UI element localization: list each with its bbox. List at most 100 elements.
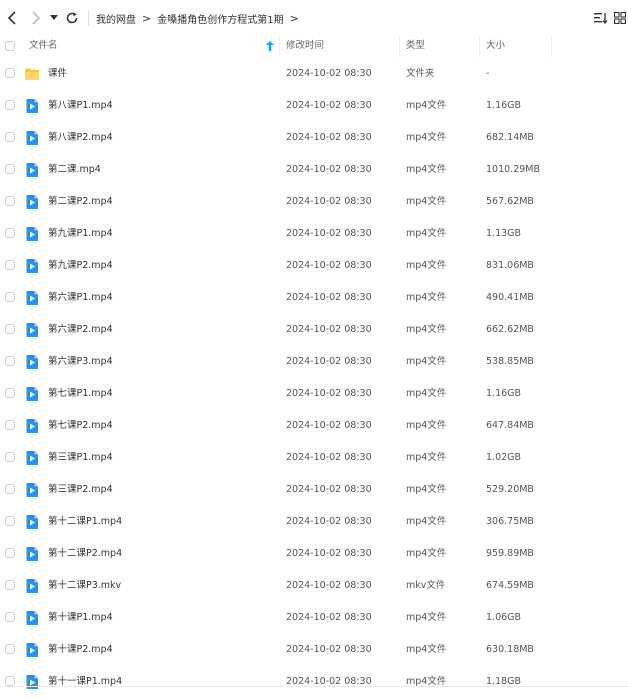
breadcrumb-current[interactable]: 金嗓播角色创作方程式第1期 (157, 11, 283, 26)
video-file-icon (24, 418, 40, 434)
file-row[interactable]: 第三课P1.mp4 2024-10-02 08:30 mp4文件 1.02GB (0, 442, 628, 474)
file-name[interactable]: 第十二课P1.mp4 (48, 506, 122, 538)
file-row[interactable]: 第七课P1.mp4 2024-10-02 08:30 mp4文件 1.16GB (0, 378, 628, 410)
row-checkbox[interactable] (5, 516, 15, 526)
video-file-icon (24, 130, 40, 146)
video-file-icon (24, 450, 40, 466)
file-name[interactable]: 课件 (48, 58, 67, 90)
video-file-icon (24, 578, 40, 594)
row-checkbox[interactable] (5, 68, 15, 78)
file-name[interactable]: 第三课P2.mp4 (48, 474, 113, 506)
file-modified: 2024-10-02 08:30 (286, 292, 372, 303)
file-row[interactable]: 第十二课P3.mkv 2024-10-02 08:30 mkv文件 674.59… (0, 570, 628, 602)
row-checkbox[interactable] (5, 164, 15, 174)
file-row[interactable]: 第六课P1.mp4 2024-10-02 08:30 mp4文件 490.41M… (0, 282, 628, 314)
file-name[interactable]: 第二课.mp4 (48, 154, 101, 186)
file-name[interactable]: 第六课P1.mp4 (48, 282, 113, 314)
file-row[interactable]: 第二课.mp4 2024-10-02 08:30 mp4文件 1010.29MB (0, 154, 628, 186)
file-row[interactable]: 第十二课P1.mp4 2024-10-02 08:30 mp4文件 306.75… (0, 506, 628, 538)
select-all-checkbox[interactable] (5, 41, 15, 51)
chevron-left-icon (7, 11, 16, 25)
file-row[interactable]: 第九课P1.mp4 2024-10-02 08:30 mp4文件 1.13GB (0, 218, 628, 250)
breadcrumb-root[interactable]: 我的网盘 (96, 11, 136, 26)
row-checkbox[interactable] (5, 292, 15, 302)
refresh-button[interactable] (64, 9, 80, 27)
file-row[interactable]: 第六课P2.mp4 2024-10-02 08:30 mp4文件 662.62M… (0, 314, 628, 346)
row-checkbox[interactable] (5, 676, 15, 686)
file-name[interactable]: 第十课P1.mp4 (48, 602, 113, 634)
row-checkbox[interactable] (5, 420, 15, 430)
file-row[interactable]: 第十课P2.mp4 2024-10-02 08:30 mp4文件 630.18M… (0, 634, 628, 666)
video-file-icon (24, 610, 40, 626)
file-name[interactable]: 第十课P2.mp4 (48, 634, 113, 666)
file-name[interactable]: 第八课P1.mp4 (48, 90, 113, 122)
file-row[interactable]: 第十课P1.mp4 2024-10-02 08:30 mp4文件 1.06GB (0, 602, 628, 634)
column-type-header[interactable]: 类型 (406, 35, 425, 57)
file-name[interactable]: 第十二课P2.mp4 (48, 538, 122, 570)
file-size: 1.02GB (486, 452, 522, 463)
file-type: mp4文件 (406, 292, 447, 303)
video-file-icon (24, 386, 40, 402)
row-checkbox[interactable] (5, 356, 15, 366)
file-type: 文件夹 (406, 68, 435, 79)
row-checkbox[interactable] (5, 228, 15, 238)
row-checkbox[interactable] (5, 548, 15, 558)
row-checkbox[interactable] (5, 388, 15, 398)
back-button[interactable] (4, 9, 20, 27)
file-name[interactable]: 第七课P2.mp4 (48, 410, 113, 442)
file-name[interactable]: 第九课P2.mp4 (48, 250, 113, 282)
column-divider (279, 35, 280, 57)
row-checkbox[interactable] (5, 132, 15, 142)
row-checkbox[interactable] (5, 452, 15, 462)
row-checkbox[interactable] (5, 484, 15, 494)
file-row[interactable]: 第十一课P1.mp4 2024-10-02 08:30 mp4文件 1.18GB (0, 666, 628, 698)
file-row[interactable]: 第三课P2.mp4 2024-10-02 08:30 mp4文件 529.20M… (0, 474, 628, 506)
file-name[interactable]: 第十二课P3.mkv (48, 570, 121, 602)
file-modified: 2024-10-02 08:30 (286, 68, 372, 79)
grid-view-icon (614, 12, 626, 24)
column-divider (551, 35, 552, 57)
file-row[interactable]: 第八课P2.mp4 2024-10-02 08:30 mp4文件 682.14M… (0, 122, 628, 154)
view-toggle-button[interactable] (614, 10, 626, 26)
file-row[interactable]: 第九课P2.mp4 2024-10-02 08:30 mp4文件 831.06M… (0, 250, 628, 282)
row-checkbox[interactable] (5, 260, 15, 270)
file-row[interactable]: 第二课P2.mp4 2024-10-02 08:30 mp4文件 567.62M… (0, 186, 628, 218)
file-row[interactable]: 第八课P1.mp4 2024-10-02 08:30 mp4文件 1.16GB (0, 90, 628, 122)
file-modified: 2024-10-02 08:30 (286, 388, 372, 399)
file-size: 1.18GB (486, 676, 522, 687)
file-size: 1010.29MB (486, 164, 540, 175)
column-name-header[interactable]: 文件名 (29, 35, 58, 57)
file-type: mp4文件 (406, 676, 447, 687)
breadcrumb-expand-icon[interactable]: > (290, 12, 299, 25)
video-file-icon (24, 194, 40, 210)
file-name[interactable]: 第九课P1.mp4 (48, 218, 113, 250)
file-row[interactable]: 第七课P2.mp4 2024-10-02 08:30 mp4文件 647.84M… (0, 410, 628, 442)
file-size: 831.06MB (486, 260, 534, 271)
row-checkbox[interactable] (5, 612, 15, 622)
column-modified-header[interactable]: 修改时间 (286, 35, 324, 57)
file-name[interactable]: 第八课P2.mp4 (48, 122, 113, 154)
row-checkbox[interactable] (5, 580, 15, 590)
file-name[interactable]: 第七课P1.mp4 (48, 378, 113, 410)
sort-ascending-icon[interactable] (266, 41, 274, 54)
file-modified: 2024-10-02 08:30 (286, 452, 372, 463)
column-size-header[interactable]: 大小 (486, 35, 505, 57)
file-name[interactable]: 第六课P2.mp4 (48, 314, 113, 346)
row-checkbox[interactable] (5, 196, 15, 206)
file-name[interactable]: 第三课P1.mp4 (48, 442, 113, 474)
history-dropdown[interactable] (48, 9, 60, 27)
file-modified: 2024-10-02 08:30 (286, 548, 372, 559)
row-checkbox[interactable] (5, 644, 15, 654)
file-type: mp4文件 (406, 356, 447, 367)
forward-button[interactable] (28, 9, 44, 27)
row-checkbox[interactable] (5, 100, 15, 110)
file-name[interactable]: 第六课P3.mp4 (48, 346, 113, 378)
row-checkbox[interactable] (5, 324, 15, 334)
file-row[interactable]: 第十二课P2.mp4 2024-10-02 08:30 mp4文件 959.89… (0, 538, 628, 570)
file-row[interactable]: 课件 2024-10-02 08:30 文件夹 - (0, 58, 628, 90)
sort-button[interactable] (594, 10, 608, 26)
file-name[interactable]: 第二课P2.mp4 (48, 186, 113, 218)
file-name[interactable]: 第十一课P1.mp4 (48, 666, 122, 698)
file-size: 490.41MB (486, 292, 534, 303)
file-row[interactable]: 第六课P3.mp4 2024-10-02 08:30 mp4文件 538.85M… (0, 346, 628, 378)
